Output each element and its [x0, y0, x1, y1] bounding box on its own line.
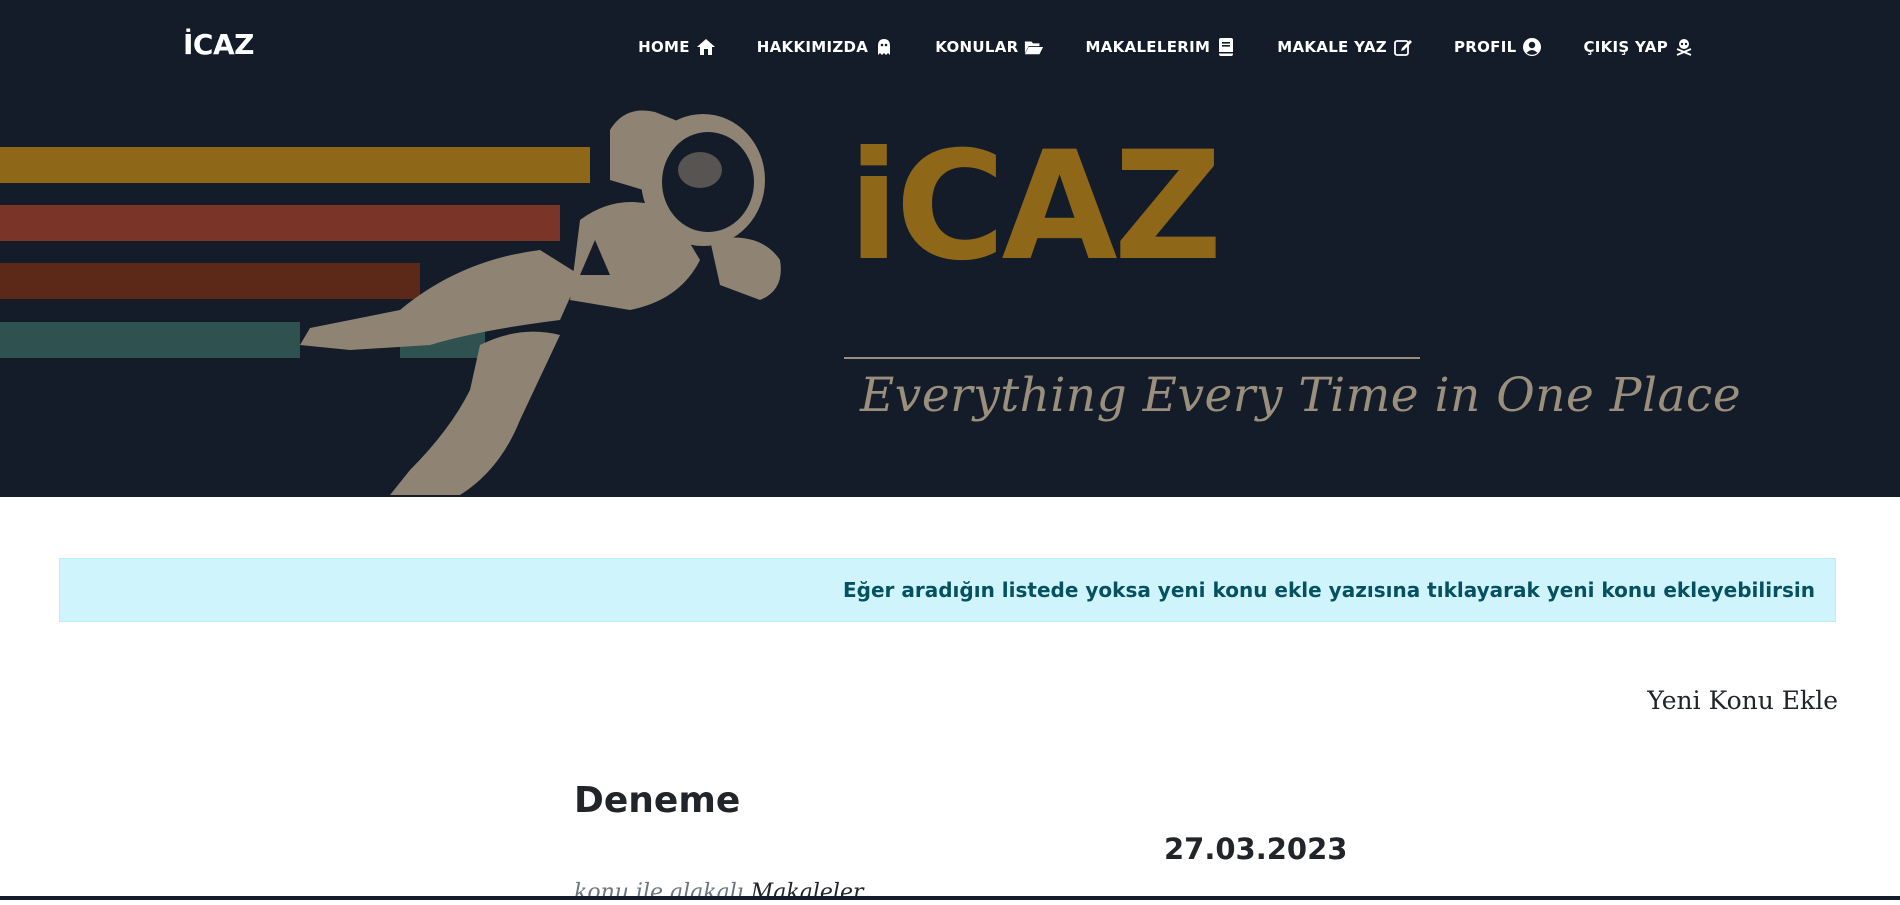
- astronaut-illustration: [300, 110, 781, 495]
- hero-logo-text: iCAZ: [848, 120, 1222, 294]
- nav-cikis-yap[interactable]: ÇIKIŞ YAP: [1583, 36, 1695, 58]
- ghost-icon: [873, 36, 895, 58]
- new-topic-link[interactable]: Yeni Konu Ekle: [1647, 686, 1838, 715]
- topic-related-prefix: konu ile alakalı: [574, 880, 744, 905]
- topic-related: konu ile alakalı Makaleler: [574, 880, 864, 905]
- bottom-bar: [0, 896, 1900, 900]
- nav-makalelerim[interactable]: MAKALELERIM: [1085, 36, 1237, 58]
- info-alert-text: Eğer aradığın listede yoksa yeni konu ek…: [843, 578, 1815, 602]
- nav-konular-label: KONULAR: [935, 38, 1019, 56]
- nav-konular[interactable]: KONULAR: [935, 36, 1045, 58]
- hero-divider: [844, 357, 1420, 359]
- nav-cikis-yap-label: ÇIKIŞ YAP: [1583, 38, 1668, 56]
- skull-crossbones-icon: [1673, 36, 1695, 58]
- topic-title: Deneme: [574, 780, 741, 821]
- brand-logo[interactable]: İCAZ: [183, 28, 254, 61]
- nav-hakkimizda[interactable]: HAKKIMIZDA: [757, 36, 895, 58]
- folder-open-icon: [1023, 36, 1045, 58]
- nav-makale-yaz-label: MAKALE YAZ: [1277, 38, 1387, 56]
- nav-home-label: HOME: [638, 38, 690, 56]
- home-icon: [695, 36, 717, 58]
- hero-stripe-teal: [0, 322, 300, 358]
- main-nav: HOME HAKKIMIZDA KONULAR MAKALELERIM MAKA…: [598, 36, 1695, 58]
- nav-makale-yaz[interactable]: MAKALE YAZ: [1277, 36, 1414, 58]
- nav-profil-label: PROFIL: [1453, 38, 1517, 56]
- nav-makalelerim-label: MAKALELERIM: [1085, 38, 1211, 56]
- book-icon: [1215, 36, 1237, 58]
- edit-icon: [1392, 36, 1414, 58]
- nav-home[interactable]: HOME: [638, 36, 717, 58]
- hero-tagline: Everything Every Time in One Place: [860, 368, 1742, 423]
- user-circle-icon: [1521, 36, 1543, 58]
- nav-hakkimizda-label: HAKKIMIZDA: [756, 38, 869, 56]
- hero-header: İCAZ HOME HAKKIMIZDA KONULAR MAKALELERIM: [0, 0, 1900, 497]
- info-alert: Eğer aradığın listede yoksa yeni konu ek…: [59, 558, 1836, 622]
- nav-profil[interactable]: PROFIL: [1454, 36, 1543, 58]
- topic-related-link[interactable]: Makaleler: [751, 880, 864, 905]
- topic-date: 27.03.2023: [1164, 832, 1348, 866]
